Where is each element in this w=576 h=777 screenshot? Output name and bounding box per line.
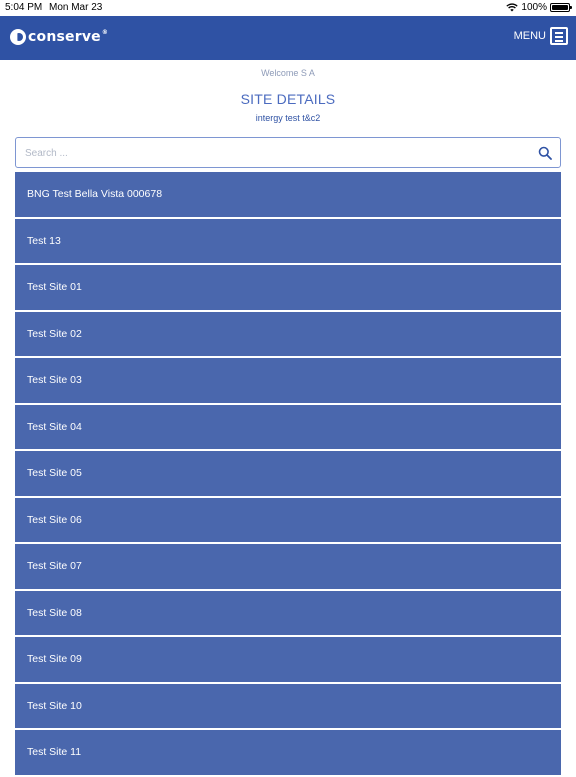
battery-percent: 100% [521,2,547,13]
menu-button[interactable]: MENU [514,27,568,45]
site-group-subtitle: intergy test t&c2 [255,113,321,123]
battery-icon [550,3,572,12]
site-list-item[interactable]: Test Site 09 [15,637,561,682]
site-list-item[interactable]: Test Site 03 [15,358,561,403]
site-list-item[interactable]: Test Site 01 [15,265,561,310]
site-list-item[interactable]: Test Site 04 [15,404,561,449]
site-list-item[interactable]: Test 13 [15,218,561,263]
hamburger-menu-icon [550,27,568,45]
page-title: SITE DETAILS [240,91,336,107]
status-bar: 5:04 PM Mon Mar 23 100% [0,0,576,16]
app-header: conserve® MENU [0,16,576,60]
logo-mark-icon [10,29,26,45]
site-list: BNG Test Bella Vista 000678 Test 13 Test… [15,172,561,777]
status-date: Mon Mar 23 [49,2,103,13]
site-list-item[interactable]: Test Site 05 [15,451,561,496]
site-list-item[interactable]: Test Site 07 [15,544,561,589]
conserve-logo[interactable]: conserve® [10,29,108,45]
search-box [15,137,561,168]
site-list-item[interactable]: Test Site 02 [15,311,561,356]
site-list-item[interactable]: Test Site 10 [15,683,561,728]
welcome-text: Welcome S A [261,68,315,78]
status-time: 5:04 PM [5,2,43,13]
menu-label: MENU [513,30,546,42]
logo-text: conserve® [28,29,109,45]
site-list-item[interactable]: Test Site 08 [15,590,561,635]
wifi-icon [506,3,519,12]
search-icon[interactable] [538,146,552,160]
search-input[interactable] [25,144,515,162]
status-indicators: 100% [506,2,572,13]
site-list-item[interactable]: BNG Test Bella Vista 000678 [15,172,561,217]
site-list-item[interactable]: Test Site 06 [15,497,561,542]
